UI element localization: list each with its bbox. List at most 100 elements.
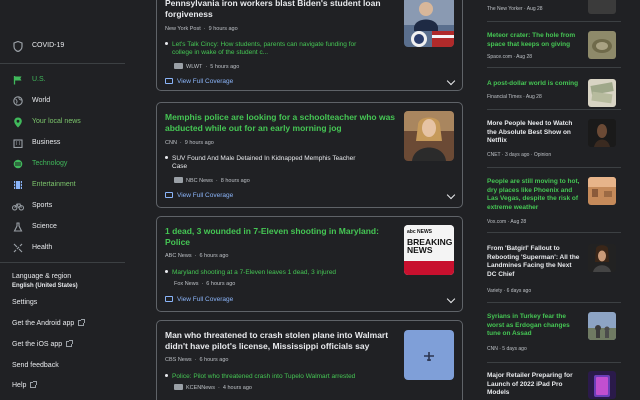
story-meta: CNN · 9 hours ago — [165, 140, 214, 146]
view-full-coverage-link[interactable]: View Full Coverage — [165, 296, 233, 303]
google-news-app: COVID-19 U.S. World Your local news Busi… — [0, 0, 640, 400]
chevron-down-icon[interactable] — [446, 190, 456, 200]
headline-line: Man who threatened to crash stolen plane… — [165, 330, 389, 340]
coverage-label: View Full Coverage — [177, 78, 234, 85]
sidebar-item-business[interactable]: Business — [0, 134, 125, 152]
story-card: 1 dead, 3 wounded in 7-Eleven shooting i… — [156, 216, 463, 312]
story-headline[interactable]: Meteor crater: The hole from space that … — [487, 32, 587, 49]
story-meta: CNN · 5 days ago — [487, 346, 527, 352]
story-thumbnail[interactable] — [588, 79, 616, 107]
headline-line: tune on Assad — [487, 330, 532, 337]
headline-line: didn't have pilot's license, Mississippi… — [165, 341, 370, 351]
language-value: English (United States) — [12, 283, 78, 289]
story-thumbnail[interactable] — [588, 31, 616, 59]
coverage-icon — [165, 78, 173, 84]
sidebar-item-covid[interactable]: COVID-19 — [0, 37, 125, 55]
story-headline[interactable]: Pennsylvania iron workers blast Biden's … — [165, 0, 381, 20]
settings-link[interactable]: Settings — [12, 299, 37, 306]
story-thumbnail[interactable] — [588, 177, 616, 205]
story-thumbnail[interactable]: abc NEWS BREAKING NEWS — [404, 225, 454, 275]
story-card: Man who threatened to crash stolen plane… — [156, 320, 463, 400]
ios-app-link[interactable]: Get the iOS app — [12, 340, 74, 348]
health-icon — [12, 242, 24, 254]
view-full-coverage-link[interactable]: View Full Coverage — [165, 192, 233, 199]
sidebar-item-world[interactable]: World — [0, 92, 125, 110]
story-meta: New York Post · 9 hours ago — [165, 26, 238, 32]
story-thumbnail[interactable] — [404, 330, 454, 380]
sidebar-item-label: Your local news — [32, 118, 81, 125]
related-story[interactable]: SUV Found And Male Detained In Kidnapped… — [165, 155, 355, 171]
related-line: Maryland shooting at a 7-Eleven leaves 1… — [165, 269, 336, 277]
coverage-label: View Full Coverage — [177, 296, 234, 303]
related-source: Fox News — [174, 281, 199, 287]
related-text: Maryland shooting at a 7-Eleven leaves 1… — [172, 269, 337, 276]
shield-icon — [12, 40, 24, 52]
sidebar-item-entertainment[interactable]: Entertainment — [0, 176, 125, 194]
story-thumbnail[interactable] — [588, 119, 616, 147]
sidebar-item-local-news[interactable]: Your local news — [0, 113, 125, 131]
headline-line: Netflix — [487, 137, 507, 144]
view-full-coverage-link[interactable]: View Full Coverage — [165, 78, 233, 85]
language-region-link[interactable]: Language & region — [12, 273, 71, 280]
story-thumbnail[interactable] — [588, 371, 616, 399]
sidebar-item-sports[interactable]: Sports — [0, 197, 125, 215]
story-headline[interactable]: More People Need to Watch the Absolute B… — [487, 120, 587, 146]
sidebar-item-health[interactable]: Health — [0, 239, 125, 257]
divider — [487, 362, 621, 363]
sidebar-item-technology[interactable]: Technology — [0, 155, 125, 173]
story-thumbnail[interactable] — [588, 312, 616, 340]
android-app-label: Get the Android app — [12, 320, 75, 327]
story-headline[interactable]: Syrians in Turkey fear the worst as Erdo… — [487, 313, 587, 339]
chevron-down-icon[interactable] — [446, 294, 456, 304]
story-headline[interactable]: Memphis police are looking for a schoolt… — [165, 112, 395, 134]
story-headline[interactable]: People are still moving to hot, dry plac… — [487, 178, 587, 212]
headline-line: Syrians in Turkey fear the — [487, 313, 566, 320]
headline-line: Major Retailer Preparing for — [487, 372, 573, 379]
help-label: Help — [12, 382, 27, 389]
related-story[interactable]: Maryland shooting at a 7-Eleven leaves 1… — [165, 269, 336, 277]
story-thumbnail[interactable] — [588, 0, 616, 14]
story-thumbnail[interactable] — [404, 0, 454, 47]
story-time: 9 hours ago — [184, 140, 214, 146]
android-app-link[interactable]: Get the Android app — [12, 319, 86, 327]
story-meta: ABC News · 6 hours ago — [165, 253, 229, 259]
story-headline[interactable]: From 'Batgirl' Fallout to Rebooting 'Sup… — [487, 245, 587, 279]
related-story[interactable]: Let's Talk Cincy: How students, parents … — [165, 41, 356, 57]
source-logo-icon — [174, 384, 183, 390]
right-column: The New Yorker · Aug 28 Meteor crater: T… — [478, 0, 640, 400]
story-meta: Vox.com · Aug 28 — [487, 219, 527, 225]
story-thumbnail[interactable] — [588, 244, 616, 272]
sidebar-item-label: World — [32, 97, 51, 104]
related-line: Police: Pilot who threatened crash into … — [165, 373, 355, 381]
story-card: Memphis police are looking for a schoolt… — [156, 102, 463, 208]
related-time: 6 hours ago — [206, 281, 236, 287]
divider — [487, 109, 621, 110]
location-pin-icon — [12, 116, 24, 128]
story-meta: The New Yorker · Aug 28 — [487, 6, 543, 12]
sidebar-item-science[interactable]: Science — [0, 218, 125, 236]
headline-line: DC Chief — [487, 270, 515, 278]
bullet-icon — [165, 42, 168, 45]
related-story[interactable]: Police: Pilot who threatened crash into … — [165, 373, 355, 381]
story-headline[interactable]: Man who threatened to crash stolen plane… — [165, 330, 388, 352]
sidebar-item-label: Science — [32, 223, 57, 230]
related-line: SUV Found And Male Detained In Kidnapped… — [165, 155, 355, 163]
story-meta: CBS News · 6 hours ago — [165, 357, 229, 363]
story-thumbnail[interactable] — [404, 111, 454, 161]
related-time: 5 hours ago — [210, 64, 240, 70]
help-link[interactable]: Help — [12, 381, 38, 389]
story-headline[interactable]: 1 dead, 3 wounded in 7-Eleven shooting i… — [165, 226, 379, 248]
story-time: 6 hours ago — [199, 357, 229, 363]
sidebar-item-us[interactable]: U.S. — [0, 71, 125, 89]
related-meta: NBC News · 8 hours ago — [174, 177, 250, 184]
related-meta: KCENNews · 4 hours ago — [174, 384, 252, 391]
chevron-down-icon[interactable] — [446, 76, 456, 86]
divider — [487, 167, 621, 168]
story-headline[interactable]: A post-dollar world is coming — [487, 80, 587, 89]
story-headline[interactable]: Major Retailer Preparing for Launch of 2… — [487, 372, 587, 398]
headline-line: Rebooting 'Superman': All the — [487, 253, 580, 261]
sidebar-item-label: Business — [32, 139, 61, 146]
send-feedback-link[interactable]: Send feedback — [12, 362, 59, 369]
bike-icon — [12, 200, 24, 212]
related-line: Case — [172, 163, 188, 170]
